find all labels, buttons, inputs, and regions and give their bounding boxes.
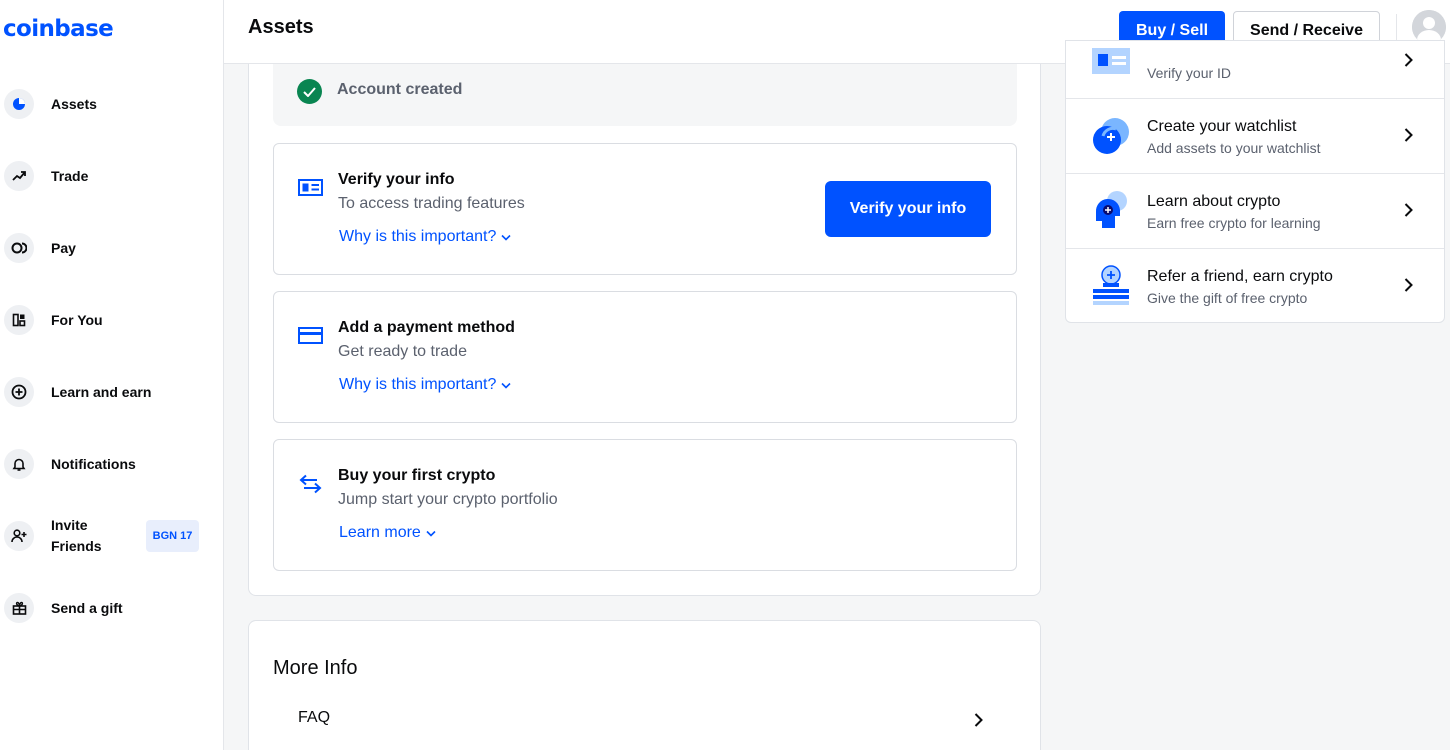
link-text: Learn more bbox=[339, 524, 421, 541]
sidebar-item-learn-and-earn[interactable]: Learn and earn bbox=[0, 364, 223, 420]
referral-badge: BGN 17 bbox=[146, 520, 199, 552]
rp-item-refer-friend[interactable]: Refer a friend, earn crypto Give the gif… bbox=[1066, 249, 1444, 322]
coinbase-logo[interactable]: coinbase bbox=[3, 16, 114, 42]
step-subtitle: Jump start your crypto portfolio bbox=[338, 491, 558, 508]
pie-chart-icon bbox=[4, 89, 34, 119]
chevron-right-icon bbox=[1404, 53, 1413, 67]
step-subtitle: Get ready to trade bbox=[338, 343, 467, 360]
rp-item-subtitle: Add assets to your watchlist bbox=[1147, 140, 1321, 156]
bell-icon bbox=[4, 449, 34, 479]
learn-crypto-icon bbox=[1090, 190, 1132, 232]
chevron-down-icon bbox=[426, 530, 436, 537]
account-created-banner: Account created bbox=[273, 64, 1017, 126]
rp-item-title: Learn about crypto bbox=[1147, 193, 1281, 210]
chevron-right-icon bbox=[1404, 203, 1413, 217]
sidebar-item-assets[interactable]: Assets bbox=[0, 76, 223, 132]
rp-item-verify-id[interactable]: Verify your ID bbox=[1066, 41, 1444, 99]
rp-item-watchlist[interactable]: Create your watchlist Add assets to your… bbox=[1066, 99, 1444, 174]
sidebar-item-label: Trade bbox=[51, 167, 89, 184]
onboarding-card: Account created Verify your info To acce… bbox=[248, 64, 1041, 596]
page-title: Assets bbox=[248, 16, 314, 38]
link-text: Why is this important? bbox=[339, 228, 497, 245]
sidebar-item-for-you[interactable]: For You bbox=[0, 292, 223, 348]
chevron-down-icon bbox=[501, 382, 511, 389]
invite-icon bbox=[4, 521, 34, 551]
avatar[interactable] bbox=[1412, 10, 1446, 44]
pay-icon bbox=[4, 233, 34, 263]
card-icon bbox=[298, 325, 324, 347]
sidebar-item-label: Invite Friends bbox=[51, 517, 102, 554]
refer-icon bbox=[1090, 265, 1132, 307]
right-panel: Verify your ID Create your watchlist Add… bbox=[1065, 40, 1445, 323]
rp-item-learn-crypto[interactable]: Learn about crypto Earn free crypto for … bbox=[1066, 174, 1444, 249]
id-card-icon bbox=[298, 177, 324, 199]
rp-item-title: Create your watchlist bbox=[1147, 118, 1297, 135]
faq-row[interactable]: FAQ bbox=[273, 701, 1017, 741]
faq-label: FAQ bbox=[298, 709, 331, 726]
rp-item-subtitle: Earn free crypto for learning bbox=[1147, 215, 1321, 231]
step-title: Add a payment method bbox=[338, 319, 515, 336]
sidebar-item-invite-friends[interactable]: Invite Friends BGN 17 bbox=[0, 508, 223, 564]
link-text: Why is this important? bbox=[339, 376, 497, 393]
rp-item-subtitle: Give the gift of free crypto bbox=[1147, 290, 1308, 306]
sidebar-item-notifications[interactable]: Notifications bbox=[0, 436, 223, 492]
sidebar-item-label: Assets bbox=[51, 95, 97, 112]
more-info-title: More Info bbox=[273, 657, 358, 679]
step-buy-first-crypto: Buy your first crypto Jump start your cr… bbox=[273, 439, 1017, 571]
why-important-link[interactable]: Why is this important? bbox=[339, 376, 511, 394]
more-info-card: More Info FAQ bbox=[248, 620, 1041, 750]
watchlist-icon bbox=[1090, 115, 1132, 157]
chevron-right-icon bbox=[1404, 278, 1413, 292]
gift-icon bbox=[4, 593, 34, 623]
step-title: Verify your info bbox=[338, 171, 455, 188]
step-subtitle: To access trading features bbox=[338, 195, 525, 212]
sidebar-item-trade[interactable]: Trade bbox=[0, 148, 223, 204]
rp-item-title: Refer a friend, earn crypto bbox=[1147, 268, 1333, 285]
chevron-right-icon bbox=[974, 713, 983, 727]
step-verify-info: Verify your info To access trading featu… bbox=[273, 143, 1017, 275]
chevron-down-icon bbox=[501, 234, 511, 241]
sidebar-item-label: Notifications bbox=[51, 455, 136, 472]
rp-item-subtitle: Verify your ID bbox=[1147, 65, 1232, 81]
verify-id-icon bbox=[1090, 41, 1132, 82]
plus-circle-icon bbox=[4, 377, 34, 407]
sidebar-item-label: Learn and earn bbox=[51, 383, 152, 400]
sidebar-item-send-a-gift[interactable]: Send a gift bbox=[0, 580, 223, 636]
swap-icon bbox=[298, 473, 324, 495]
sidebar-item-pay[interactable]: Pay bbox=[0, 220, 223, 276]
account-created-text: Account created bbox=[337, 81, 463, 98]
sidebar-item-label: Send a gift bbox=[51, 599, 123, 616]
learn-more-link[interactable]: Learn more bbox=[339, 524, 436, 542]
verify-info-button[interactable]: Verify your info bbox=[825, 181, 991, 237]
step-payment-method: Add a payment method Get ready to trade … bbox=[273, 291, 1017, 423]
chevron-right-icon bbox=[1404, 128, 1413, 142]
trend-icon bbox=[4, 161, 34, 191]
step-title: Buy your first crypto bbox=[338, 467, 496, 484]
check-circle-icon bbox=[297, 79, 322, 104]
sidebar-item-label: Pay bbox=[51, 239, 76, 256]
why-important-link[interactable]: Why is this important? bbox=[339, 228, 511, 246]
sidebar-item-label: For You bbox=[51, 311, 103, 328]
for-you-icon bbox=[4, 305, 34, 335]
sidebar: coinbase Assets Trade Pay For You Learn … bbox=[0, 0, 224, 750]
